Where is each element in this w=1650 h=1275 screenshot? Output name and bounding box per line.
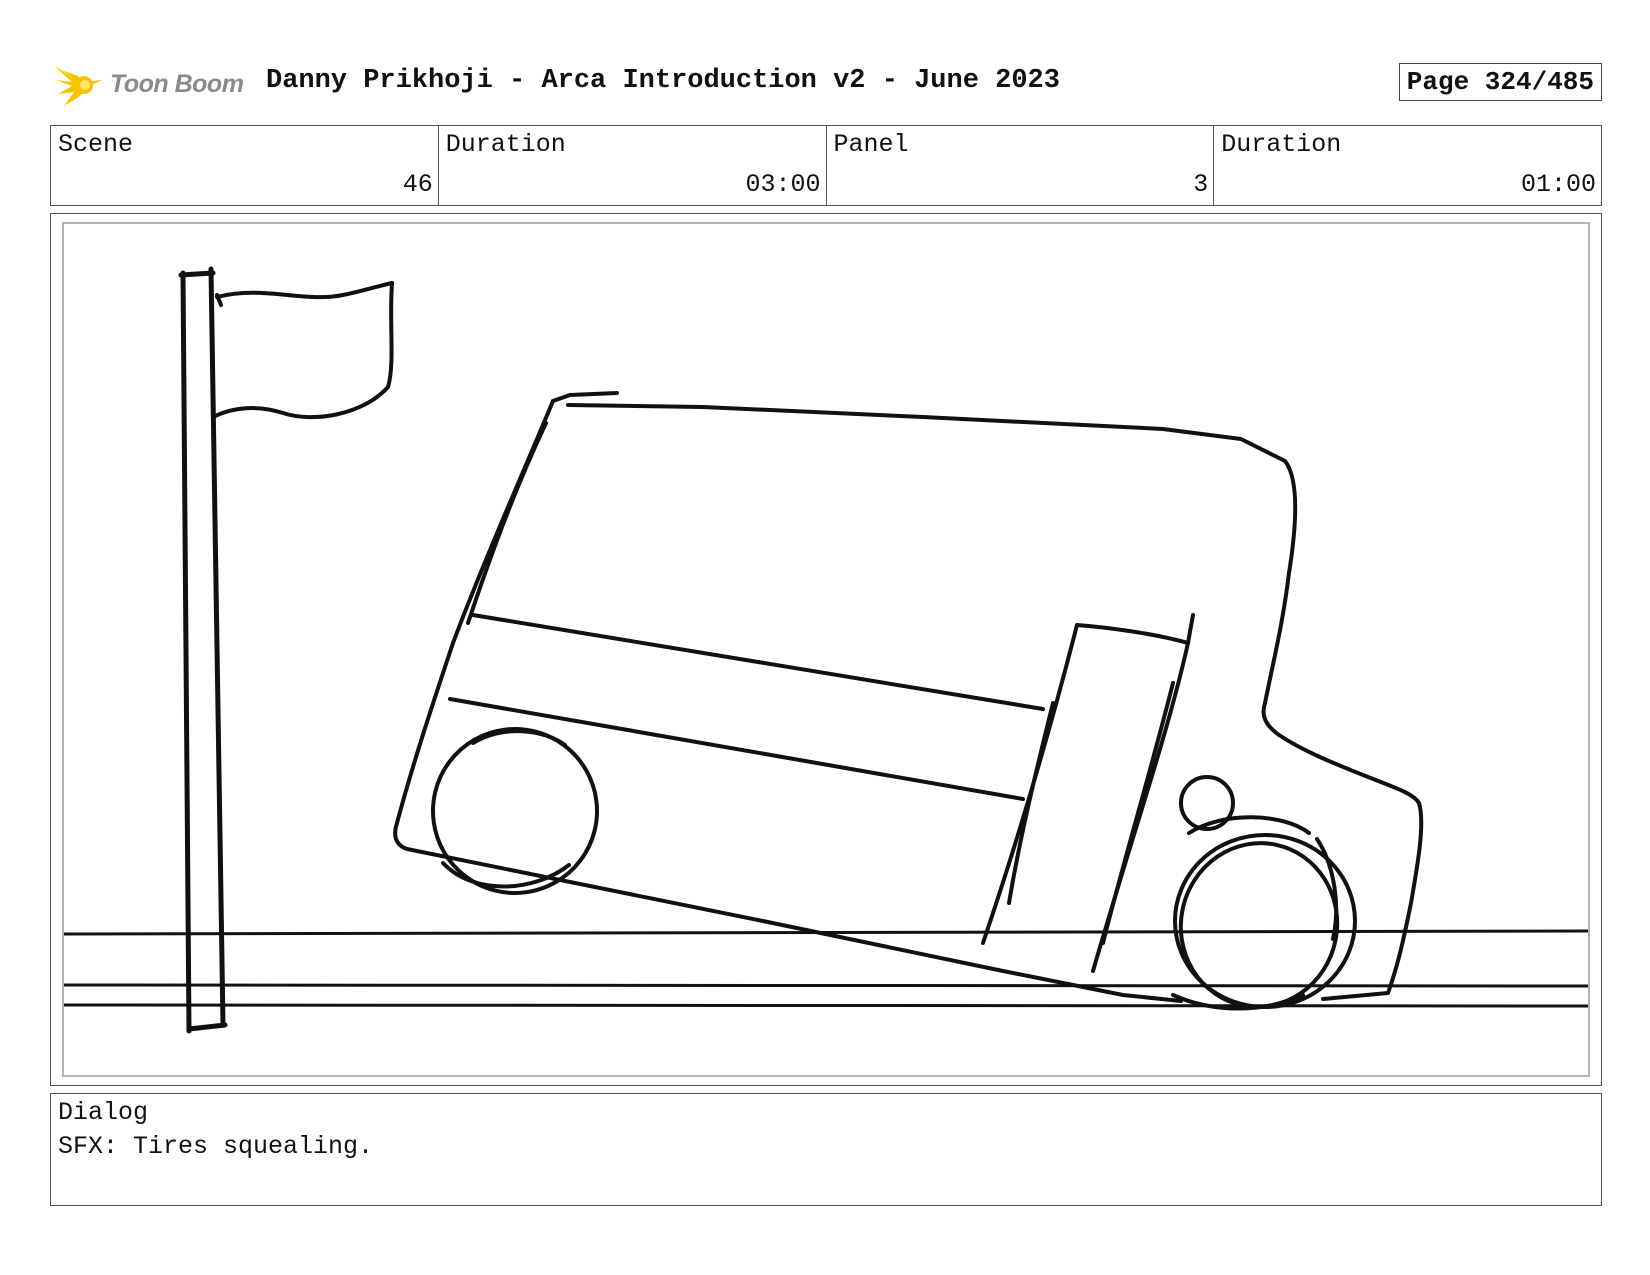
- flag: [211, 281, 394, 420]
- panel-sketch: [64, 266, 1588, 1034]
- scene-duration-label: Duration: [445, 130, 566, 159]
- truck-sketch: [393, 391, 1424, 1011]
- scene-label: Scene: [58, 130, 134, 159]
- storyboard-panel: [50, 213, 1602, 1086]
- panel-duration-value: 01:00: [1520, 170, 1596, 199]
- document-title: Danny Prikhoji - Arca Introduction v2 - …: [266, 66, 1060, 96]
- panel-duration-cell: Duration 01:00: [1214, 126, 1601, 205]
- scene-value: 46: [402, 170, 433, 199]
- panel-duration-label: Duration: [1221, 130, 1342, 159]
- page-number: Page 324/485: [1398, 63, 1602, 101]
- panel-value: 3: [1193, 170, 1209, 199]
- scene-duration-value: 03:00: [745, 170, 821, 199]
- panel-label: Panel: [833, 130, 909, 159]
- dialog-box: Dialog SFX: Tires squealing.: [50, 1093, 1602, 1206]
- panel-frame: [62, 222, 1590, 1077]
- panel-cell: Panel 3: [827, 126, 1215, 205]
- page-header: Toon Boom Danny Prikhoji - Arca Introduc…: [52, 56, 1602, 112]
- dialog-text: SFX: Tires squealing.: [58, 1132, 374, 1161]
- dialog-label: Dialog: [58, 1098, 149, 1127]
- flag-pole: [178, 266, 228, 1034]
- starburst-icon: [54, 66, 102, 106]
- toon-boom-logo: Toon Boom: [52, 60, 252, 108]
- scene-duration-cell: Duration 03:00: [439, 126, 827, 205]
- logo-text: Toon Boom: [110, 70, 244, 98]
- scene-info-row: Scene 46 Duration 03:00 Panel 3 Duration…: [50, 125, 1602, 206]
- scene-cell: Scene 46: [51, 126, 439, 205]
